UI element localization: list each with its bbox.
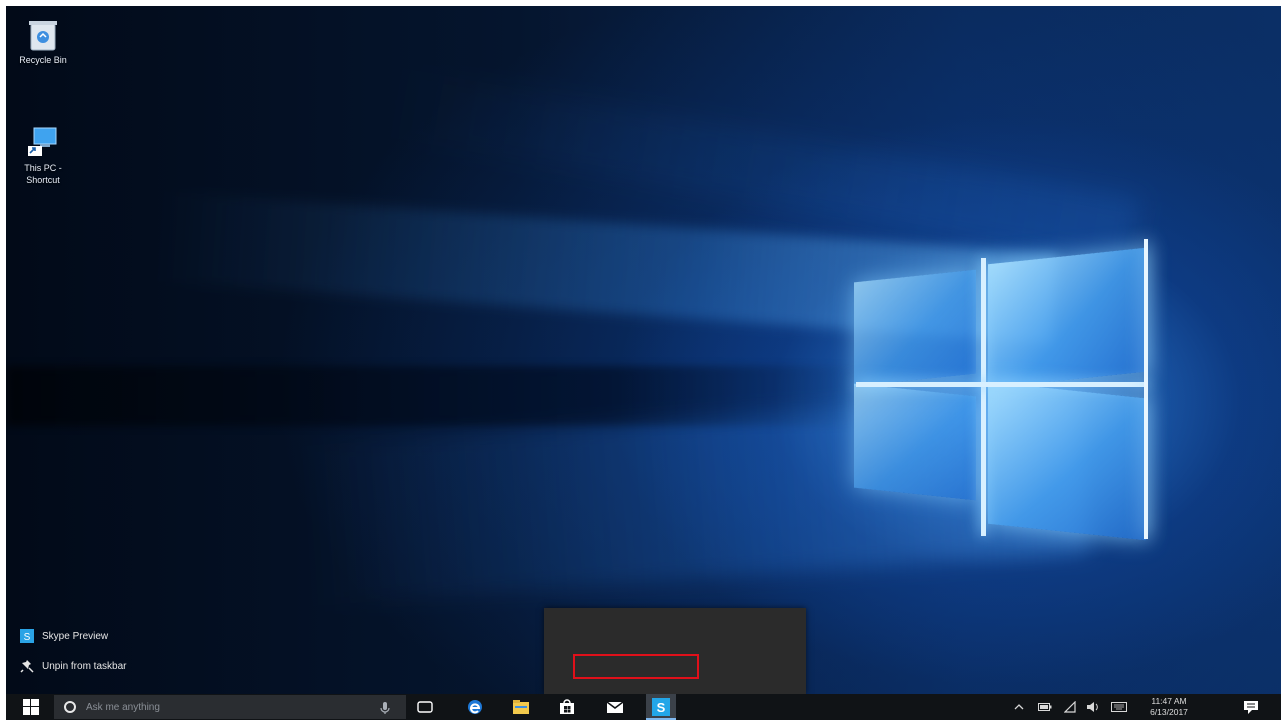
cortana-icon	[64, 701, 76, 713]
edge-icon	[468, 700, 482, 714]
svg-text:S: S	[24, 632, 31, 643]
windows-logo-frame	[1144, 239, 1148, 539]
jumplist-item-skype-preview[interactable]: S Skype Preview	[20, 624, 108, 648]
desktop-icon-this-pc[interactable]: This PC - Shortcut	[8, 126, 78, 186]
windows-logo-frame	[856, 382, 1148, 387]
highlight-box	[573, 654, 699, 679]
taskbar-app-store[interactable]	[552, 694, 582, 720]
skype-icon: S	[20, 629, 34, 643]
speaker-icon	[1087, 702, 1098, 712]
battery-icon	[1038, 703, 1052, 711]
this-pc-icon	[28, 127, 57, 156]
taskbar-app-skype-preview[interactable]: S	[646, 694, 676, 720]
taskbar-app-file-explorer[interactable]	[506, 694, 536, 720]
jumplist-item-label: Skype Preview	[42, 630, 109, 642]
keyboard-icon	[1111, 702, 1127, 712]
windows-start-icon	[23, 699, 39, 715]
windows-logo-pane	[854, 269, 976, 387]
microphone-icon[interactable]	[380, 701, 390, 715]
jumplist-item-label: Unpin from taskbar	[42, 660, 127, 672]
volume-button[interactable]	[1084, 694, 1102, 720]
search-input[interactable]: Ask me anything	[54, 695, 406, 719]
start-button[interactable]	[18, 694, 44, 720]
chevron-up-icon	[1014, 704, 1024, 710]
desktop-screen: Recycle Bin This PC - Shortcut S Skype P…	[6, 6, 1281, 720]
windows-logo-pane	[988, 247, 1146, 389]
desktop-icon-recycle-bin[interactable]: Recycle Bin	[8, 18, 78, 66]
clock-date: 6/13/2017	[1150, 707, 1188, 717]
network-button[interactable]	[1061, 694, 1079, 720]
task-view-icon	[417, 701, 433, 713]
recycle-bin-icon	[29, 21, 57, 51]
network-icon	[1064, 701, 1076, 713]
skype-icon: S	[652, 698, 670, 716]
search-placeholder: Ask me anything	[86, 701, 160, 713]
windows-logo-pane	[854, 383, 976, 501]
taskbar-app-mail[interactable]	[600, 694, 630, 720]
battery-button[interactable]	[1036, 694, 1054, 720]
clock-time: 11:47 AM	[1151, 696, 1187, 706]
skype-jump-list	[544, 608, 806, 694]
taskbar: Ask me anything S 11:47 AM 6/13/2017	[6, 694, 1281, 720]
desktop-icon-label: This PC - Shortcut	[24, 163, 62, 185]
jumplist-item-unpin-from-taskbar[interactable]: Unpin from taskbar	[20, 654, 126, 678]
file-explorer-icon	[513, 700, 529, 714]
notification-icon	[1244, 701, 1258, 714]
show-hidden-icons-button[interactable]	[1011, 694, 1027, 720]
clock[interactable]: 11:47 AM 6/13/2017	[1134, 694, 1204, 720]
action-center-button[interactable]	[1238, 694, 1264, 720]
store-icon	[560, 699, 574, 714]
desktop-icon-label: Recycle Bin	[19, 55, 67, 65]
mail-icon	[606, 701, 624, 713]
taskbar-app-edge[interactable]	[460, 694, 490, 720]
task-view-button[interactable]	[410, 694, 440, 720]
windows-logo-pane	[988, 381, 1146, 541]
windows-logo-frame	[981, 258, 986, 536]
svg-text:S: S	[657, 700, 666, 715]
input-indicator-button[interactable]	[1108, 694, 1130, 720]
unpin-icon	[20, 659, 34, 673]
